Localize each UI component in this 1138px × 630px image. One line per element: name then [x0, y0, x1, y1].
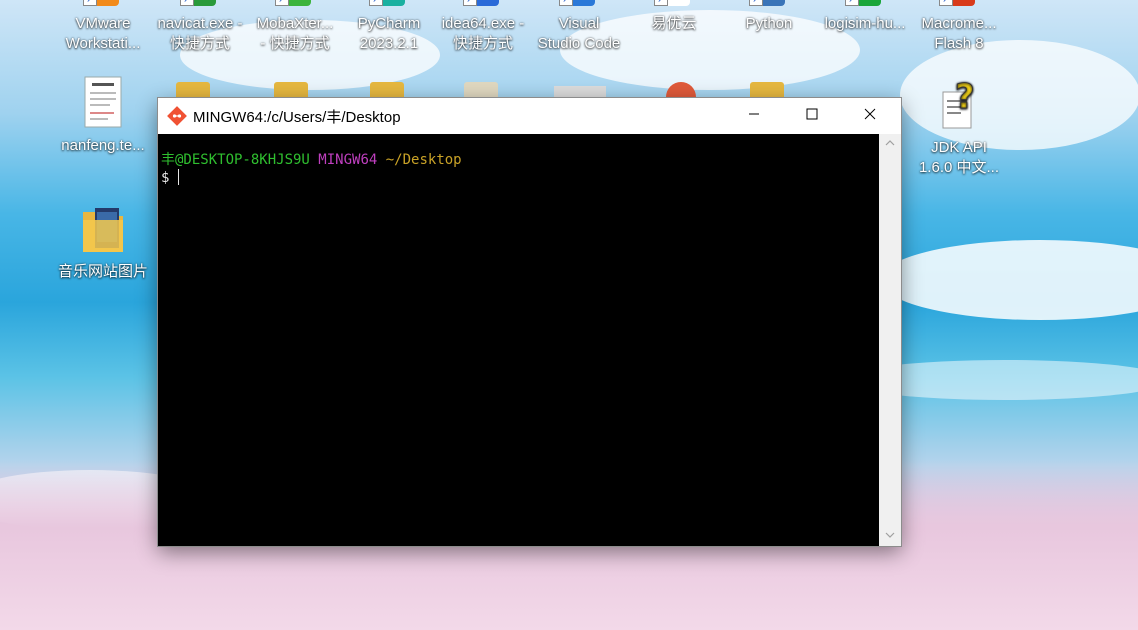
- desktop-icon-label: Python: [745, 15, 793, 32]
- close-icon: [864, 107, 876, 125]
- document-icon: [84, 76, 122, 128]
- desktop-icon-vmware[interactable]: ↗ VMware Workstati...: [55, 0, 151, 54]
- desktop-icon-mobaxterm[interactable]: ↗ MobaXter... - 快捷方式: [247, 0, 343, 54]
- desktop-icon-vscode[interactable]: ↗ Visual Studio Code: [531, 0, 627, 54]
- scroll-up-arrow-icon[interactable]: [885, 139, 895, 149]
- prompt-env: MINGW64: [318, 152, 378, 168]
- help-file-icon: ?: [937, 77, 981, 130]
- maximize-icon: [806, 107, 818, 125]
- desktop-icon-label: 音乐网站图片: [57, 263, 148, 280]
- desktop-icon-python[interactable]: ↗ Python: [721, 0, 817, 34]
- desktop-icon-label: PyCharm 2023.2.1: [357, 15, 421, 52]
- mobaxterm-icon: ↗: [275, 0, 315, 6]
- prompt-header-line: 丰@DESKTOP-8KHJS9U MINGW64 ~/Desktop: [161, 152, 462, 169]
- desktop-icon-label: JDK API 1.6.0 中文...: [918, 139, 1000, 176]
- desktop-icon-music-images[interactable]: 音乐网站图片: [55, 202, 151, 282]
- close-button[interactable]: [841, 98, 899, 134]
- scroll-down-arrow-icon[interactable]: [885, 531, 895, 541]
- text-cursor: [177, 169, 179, 185]
- window-title: MINGW64:/c/Users/丰/Desktop: [193, 108, 401, 126]
- vertical-scrollbar[interactable]: [879, 134, 901, 546]
- minimize-button[interactable]: [725, 98, 783, 134]
- git-bash-icon: [167, 106, 187, 126]
- desktop-icon-nanfeng[interactable]: nanfeng.te...: [55, 76, 151, 156]
- navicat-icon: ↗: [180, 0, 220, 6]
- logisim-icon: ↗: [845, 0, 885, 6]
- idea-icon: ↗: [463, 0, 503, 6]
- desktop-icon-pycharm[interactable]: ↗ PyCharm 2023.2.1: [341, 0, 437, 54]
- terminal-window[interactable]: MINGW64:/c/Users/丰/Desktop 丰@DESKTOP-8KH…: [158, 98, 901, 546]
- desktop-icon-label: Macrome... Flash 8: [921, 15, 997, 52]
- desktop-icon-flash[interactable]: ↗ Macrome... Flash 8: [911, 0, 1007, 54]
- pycharm-icon: ↗: [369, 0, 409, 6]
- desktop-icon-yiyouyun[interactable]: ↗ 易优云: [626, 0, 722, 34]
- desktop-icon-label: 易优云: [651, 15, 697, 32]
- vscode-icon: ↗: [559, 0, 599, 6]
- prompt-path: ~/Desktop: [385, 152, 462, 168]
- yiyouyun-icon: ↗: [654, 0, 694, 6]
- svg-text:?: ?: [955, 78, 975, 117]
- desktop-icon-label: logisim-hu...: [824, 15, 906, 32]
- window-titlebar[interactable]: MINGW64:/c/Users/丰/Desktop: [158, 98, 901, 134]
- desktop-icon-label: VMware Workstati...: [65, 15, 141, 52]
- prompt-user-host: 丰@DESKTOP-8KHJS9U: [161, 152, 310, 168]
- maximize-button[interactable]: [783, 98, 841, 134]
- desktop-icon-label: Visual Studio Code: [537, 15, 621, 52]
- prompt-input-line[interactable]: $: [161, 169, 179, 187]
- folder-icon: [81, 202, 125, 254]
- vmware-icon: ↗: [83, 0, 123, 6]
- desktop-icon-navicat[interactable]: ↗ navicat.exe - 快捷方式: [152, 0, 248, 54]
- terminal-output[interactable]: 丰@DESKTOP-8KHJS9U MINGW64 ~/Desktop $: [158, 134, 879, 546]
- desktop-icon-jdk-api[interactable]: ? JDK API 1.6.0 中文...: [911, 77, 1007, 178]
- prompt-symbol: $: [161, 170, 170, 186]
- desktop-icon-logisim[interactable]: ↗ logisim-hu...: [817, 0, 913, 34]
- hidden-desktop-icons: [170, 78, 890, 100]
- python-icon: ↗: [749, 0, 789, 6]
- desktop-icon-label: navicat.exe - 快捷方式: [157, 15, 243, 52]
- minimize-icon: [748, 107, 760, 125]
- desktop-icon-label: idea64.exe - 快捷方式: [441, 15, 525, 52]
- desktop-icon-label: nanfeng.te...: [61, 137, 145, 154]
- flash-icon: ↗: [939, 0, 979, 6]
- desktop-icon-idea[interactable]: ↗ idea64.exe - 快捷方式: [435, 0, 531, 54]
- desktop-icon-label: MobaXter... - 快捷方式: [256, 15, 334, 52]
